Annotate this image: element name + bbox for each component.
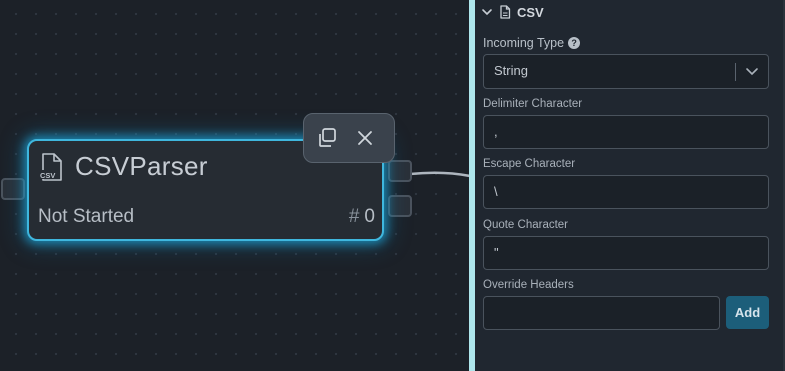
count-value: 0 <box>364 206 375 227</box>
delimiter-label: Delimiter Character <box>483 98 583 110</box>
delete-node-button[interactable] <box>353 126 377 150</box>
node-title: CSVParser <box>75 151 208 181</box>
count-hash: # <box>348 206 360 227</box>
select-separator <box>735 63 736 81</box>
node-toolbar <box>303 113 395 163</box>
csv-section-header[interactable]: CSV <box>481 2 544 22</box>
node-status: Not Started <box>38 206 135 227</box>
flow-canvas[interactable]: CSV CSVParser Not Started #0 <box>0 0 469 371</box>
csv-file-icon-text: CSV <box>40 171 55 180</box>
incoming-type-value: String <box>494 63 528 78</box>
close-icon <box>358 131 372 145</box>
copy-node-button[interactable] <box>315 126 339 150</box>
quote-input[interactable]: " <box>483 236 769 270</box>
copy-icon <box>319 128 336 147</box>
chevron-down-icon[interactable] <box>481 7 493 17</box>
incoming-type-label: Incoming Type ? <box>483 36 581 50</box>
node-output-port-2[interactable] <box>388 195 412 217</box>
help-icon[interactable]: ? <box>568 37 581 49</box>
file-icon <box>500 5 511 19</box>
override-headers-label: Override Headers <box>483 279 574 291</box>
properties-panel: CSV Incoming Type ? String Delimiter Cha… <box>475 0 785 371</box>
incoming-type-select[interactable]: String <box>483 54 769 89</box>
csv-file-icon: CSV <box>39 153 62 181</box>
escape-input[interactable]: \ <box>483 175 769 209</box>
section-title: CSV <box>517 4 544 20</box>
escape-label: Escape Character <box>483 158 576 170</box>
node-input-port[interactable] <box>1 178 25 200</box>
chevron-down-icon[interactable] <box>745 66 759 78</box>
override-headers-input[interactable] <box>483 296 720 330</box>
incoming-type-label-text: Incoming Type <box>483 36 565 50</box>
node-count: #0 <box>349 206 375 228</box>
add-header-button[interactable]: Add <box>726 296 769 329</box>
delimiter-input[interactable]: , <box>483 115 769 149</box>
connection-wire <box>410 171 469 178</box>
quote-label: Quote Character <box>483 219 569 231</box>
node-output-port-1[interactable] <box>388 160 412 182</box>
